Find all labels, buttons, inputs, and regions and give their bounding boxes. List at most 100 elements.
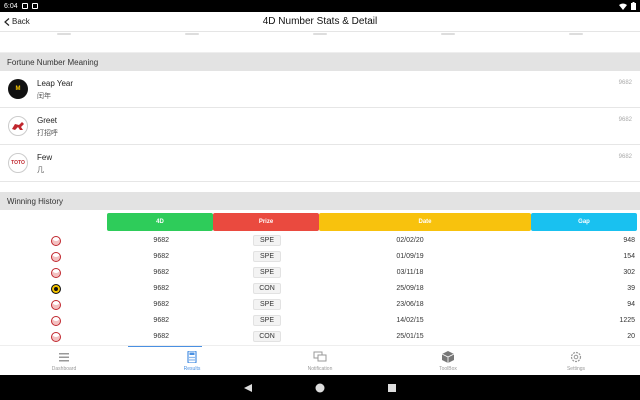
history-section-header: Winning History — [0, 192, 640, 210]
toto-logo-icon — [51, 300, 61, 310]
nav-dashboard[interactable]: Dashboard — [0, 346, 128, 376]
cell-date: 25/01/15 — [396, 333, 424, 340]
list-icon — [59, 352, 69, 361]
content-scroll[interactable]: Fortune Number Meaning M Leap Year 闰年 96… — [0, 33, 640, 345]
fortune-chinese: 打招呼 — [37, 130, 58, 137]
divider — [313, 33, 327, 35]
fortune-item[interactable]: Greet 打招呼 9682 — [0, 108, 640, 145]
damacai-logo-icon — [51, 332, 61, 342]
cell-prize: SPE — [253, 235, 281, 246]
notification-icon-2 — [31, 3, 38, 9]
cell-date: 02/02/20 — [396, 237, 424, 244]
wifi-icon — [619, 3, 627, 10]
fortune-section-header: Fortune Number Meaning — [0, 53, 640, 71]
status-bar: 6:04 — [0, 0, 640, 12]
cell-4d-number: 9682 — [153, 301, 169, 308]
chevron-left-icon — [4, 17, 10, 26]
notification-icon — [21, 3, 28, 9]
column-header-gap: Gap — [531, 213, 637, 231]
cell-gap: 154 — [623, 253, 635, 260]
fortune-name: Leap Year — [37, 79, 74, 88]
nav-label: Settings — [566, 365, 586, 372]
nav-label: Results — [183, 365, 201, 372]
column-header-4d: 4D — [107, 213, 213, 231]
cell-4d-number: 9682 — [153, 317, 169, 324]
cell-gap: 948 — [623, 237, 635, 244]
table-row[interactable]: 9682 SPE 02/02/20 948 — [0, 233, 640, 249]
fortune-item[interactable]: TOTO Few 几 9682 — [0, 145, 640, 182]
nav-label: Notification — [307, 365, 333, 372]
system-home-button[interactable] — [314, 382, 326, 394]
magnum-logo-icon — [51, 284, 61, 294]
toto-logo-icon — [51, 236, 61, 246]
column-header-date: Date — [319, 213, 531, 231]
cell-date: 01/09/19 — [396, 253, 424, 260]
nav-notification[interactable]: Notification — [256, 346, 384, 376]
divider — [441, 33, 455, 35]
cell-prize: SPE — [253, 251, 281, 262]
nav-toolbox[interactable]: ToolBox — [384, 346, 512, 376]
fortune-number: 9682 — [618, 80, 632, 86]
table-row[interactable]: 9682 SPE 03/11/18 302 — [0, 265, 640, 281]
divider — [57, 33, 71, 35]
cell-prize: CON — [253, 283, 281, 294]
back-button[interactable]: Back — [0, 17, 30, 26]
cell-gap: 20 — [627, 333, 635, 340]
system-recents-button[interactable] — [386, 382, 398, 394]
bottom-navigation: Dashboard Results Notification ToolBox S… — [0, 345, 640, 375]
table-row[interactable]: 9682 SPE 14/02/15 1225 — [0, 313, 640, 329]
nav-label: ToolBox — [439, 365, 457, 372]
square-recents-icon — [388, 383, 396, 392]
cell-gap: 39 — [627, 285, 635, 292]
nav-settings[interactable]: Settings — [512, 346, 640, 376]
column-header-prize: Prize — [213, 213, 319, 231]
history-table-body: 9682 SPE 02/02/20 948 9682 SPE 01/09/19 154 9682… — [0, 233, 640, 345]
cell-prize: SPE — [253, 299, 281, 310]
gear-icon — [570, 351, 582, 362]
triangle-back-icon — [244, 383, 252, 392]
fortune-item[interactable]: M Leap Year 闰年 9682 — [0, 71, 640, 108]
cell-prize: CON — [253, 331, 281, 342]
fortune-number: 9682 — [618, 154, 632, 160]
table-row[interactable]: 9682 SPE 23/06/18 94 — [0, 297, 640, 313]
fortune-name: Greet — [37, 116, 58, 125]
fortune-name: Few — [37, 153, 53, 162]
battery-icon — [631, 2, 636, 10]
nav-results[interactable]: Results — [128, 346, 256, 376]
nav-label: Dashboard — [51, 365, 77, 372]
toto-logo-icon — [51, 252, 61, 262]
back-label: Back — [12, 17, 30, 26]
cell-date: 25/09/18 — [396, 285, 424, 292]
fortune-number: 9682 — [618, 117, 632, 123]
table-row[interactable]: 9682 CON 25/01/15 20 — [0, 329, 640, 345]
cell-4d-number: 9682 — [153, 269, 169, 276]
box-icon — [441, 350, 455, 363]
cell-4d-number: 9682 — [153, 333, 169, 340]
cell-4d-number: 9682 — [153, 237, 169, 244]
toto-logo-icon — [51, 316, 61, 326]
damacai-logo-icon — [8, 116, 28, 136]
fortune-chinese: 几 — [37, 167, 44, 174]
cell-4d-number: 9682 — [153, 253, 169, 260]
cell-gap: 302 — [623, 269, 635, 276]
cell-date: 14/02/15 — [396, 317, 424, 324]
fortune-chinese: 闰年 — [37, 93, 51, 100]
system-back-button[interactable] — [242, 382, 254, 394]
divider — [185, 33, 199, 35]
toto-logo-icon — [51, 268, 61, 278]
page-title: 4D Number Stats & Detail — [262, 16, 378, 27]
cell-prize: SPE — [253, 267, 281, 278]
history-table-header: 4D Prize Date Gap — [0, 213, 640, 233]
calculator-icon — [187, 350, 197, 363]
cell-date: 03/11/18 — [396, 269, 424, 276]
previous-stats-row — [0, 33, 640, 53]
cell-gap: 1225 — [619, 317, 635, 324]
circle-home-icon — [315, 383, 325, 392]
table-row[interactable]: 9682 CON 25/09/18 39 — [0, 281, 640, 297]
table-row[interactable]: 9682 SPE 01/09/19 154 — [0, 249, 640, 265]
app-bar: Back 4D Number Stats & Detail — [0, 12, 640, 32]
cell-gap: 94 — [627, 301, 635, 308]
magnum-logo-icon: M — [8, 79, 28, 99]
cell-4d-number: 9682 — [153, 285, 169, 292]
